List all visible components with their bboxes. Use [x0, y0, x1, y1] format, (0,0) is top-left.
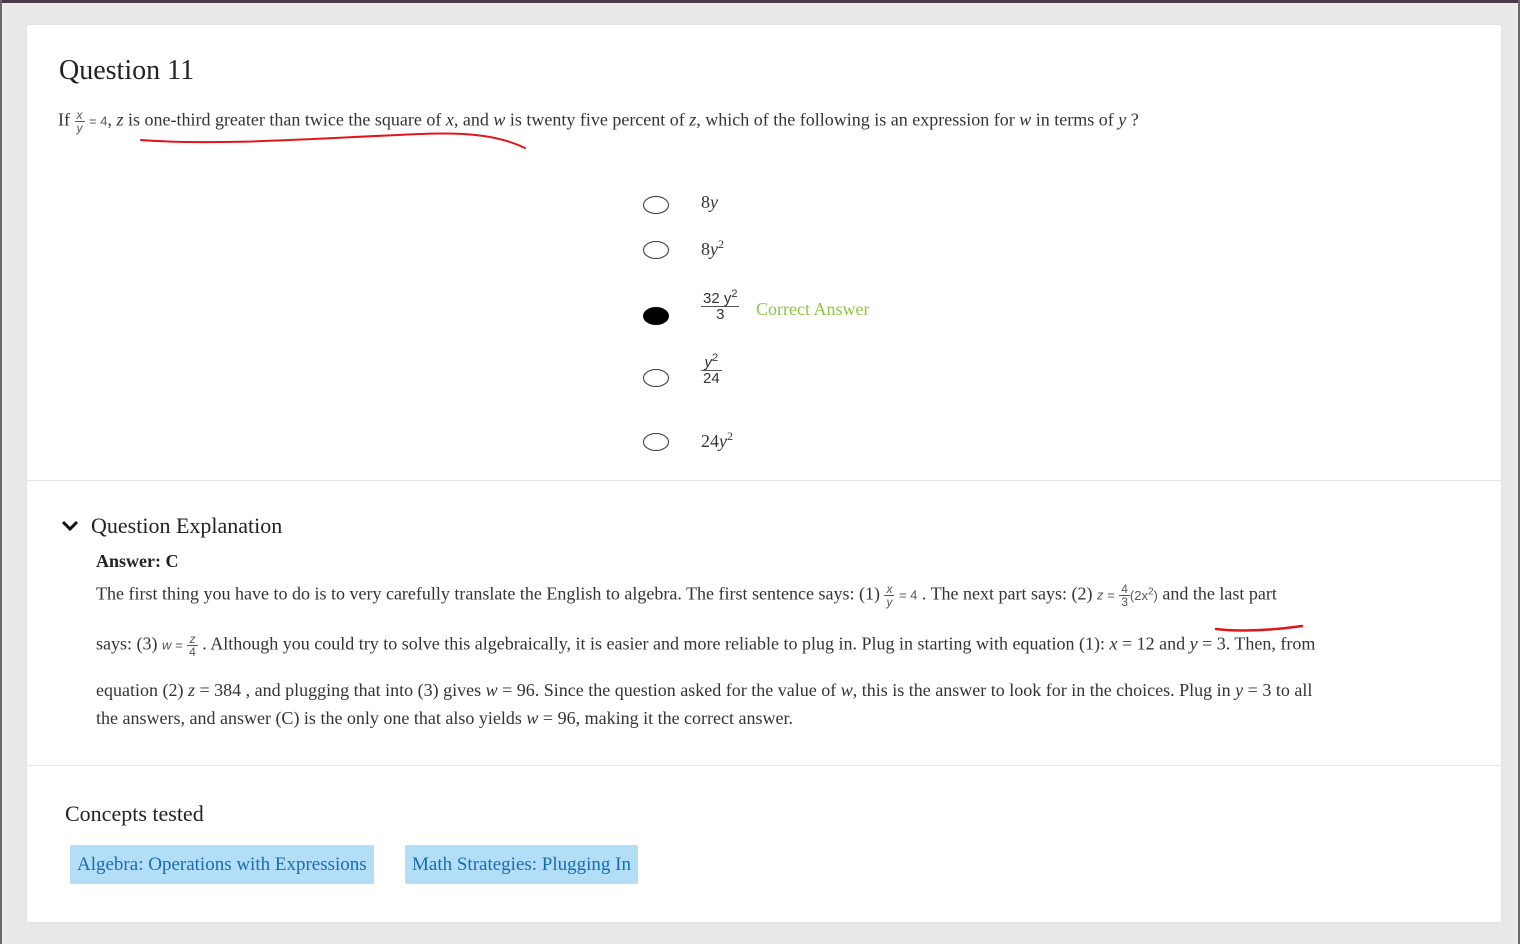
- chevron-down-icon: [61, 520, 79, 532]
- radio-e[interactable]: [643, 433, 669, 451]
- stem-part3: is twenty five percent of: [505, 109, 690, 130]
- stem-var-w2: w: [1019, 109, 1032, 130]
- stem-part5: in terms of: [1031, 109, 1119, 130]
- stem-comma: ,: [107, 109, 112, 130]
- explanation-line-2: says: (3) w = z 4 . Although you could t…: [96, 632, 1316, 659]
- choice-c-fraction: 32 y2 3: [701, 288, 740, 323]
- expl-frac-4-over-3: 4 3: [1119, 582, 1130, 609]
- radio-b[interactable]: [643, 241, 669, 259]
- stem-fraction-num: x: [76, 108, 83, 122]
- stem-fraction-den: y: [74, 121, 85, 135]
- expl-frac-x-over-y: x y: [884, 582, 895, 609]
- stem-part1: is one-third greater than twice the squa…: [123, 109, 446, 130]
- radio-a[interactable]: [643, 196, 669, 214]
- stem-qmark: ?: [1126, 109, 1139, 130]
- explanation-toggle[interactable]: Question Explanation: [61, 513, 282, 539]
- radio-d[interactable]: [643, 369, 669, 387]
- window-left-border: [0, 0, 2, 944]
- section-divider-2: [27, 765, 1501, 766]
- stem-var-x: x: [445, 109, 454, 130]
- window-top-border: [0, 0, 1520, 3]
- radio-c-selected[interactable]: [643, 307, 669, 325]
- stem-eq: = 4: [89, 113, 108, 129]
- choice-e-label: 24y2: [701, 429, 733, 451]
- stem-fraction: x y: [74, 108, 85, 135]
- question-card: Question 11 If x y = 4, z is one-third g…: [26, 24, 1502, 923]
- stem-var-w: w: [493, 109, 506, 130]
- concepts-heading: Concepts tested: [65, 801, 204, 826]
- explanation-line-1: The first thing you have to do is to ver…: [96, 582, 1277, 609]
- stem-if: If: [58, 109, 70, 130]
- explanation-line-3: equation (2) z = 384 , and plugging that…: [96, 680, 1313, 700]
- question-title: Question 11: [59, 55, 195, 86]
- choice-a-label: 8y: [701, 192, 718, 212]
- explanation-line-4: the answers, and answer (C) is the only …: [96, 708, 793, 728]
- expl-frac-z-over-4: z 4: [187, 632, 198, 659]
- stem-part4: , which of the following is an expressio…: [696, 109, 1020, 130]
- explanation-heading: Question Explanation: [91, 513, 283, 538]
- choice-b-label: 8y2: [701, 237, 724, 259]
- concept-tag-plugging-in[interactable]: Math Strategies: Plugging In: [405, 845, 639, 884]
- explanation-answer: Answer: C: [96, 551, 179, 571]
- section-divider: [27, 480, 1501, 481]
- choice-c-label: 32 y2 3: [701, 288, 740, 323]
- choice-d-label: y2 24: [701, 353, 722, 386]
- correct-answer-label: Correct Answer: [756, 299, 870, 319]
- question-stem: If x y = 4, z is one-third greater than …: [58, 109, 1139, 134]
- concept-tag-algebra[interactable]: Algebra: Operations with Expressions: [70, 845, 374, 884]
- stem-part2: , and: [453, 109, 494, 130]
- choice-d-fraction: y2 24: [701, 352, 722, 387]
